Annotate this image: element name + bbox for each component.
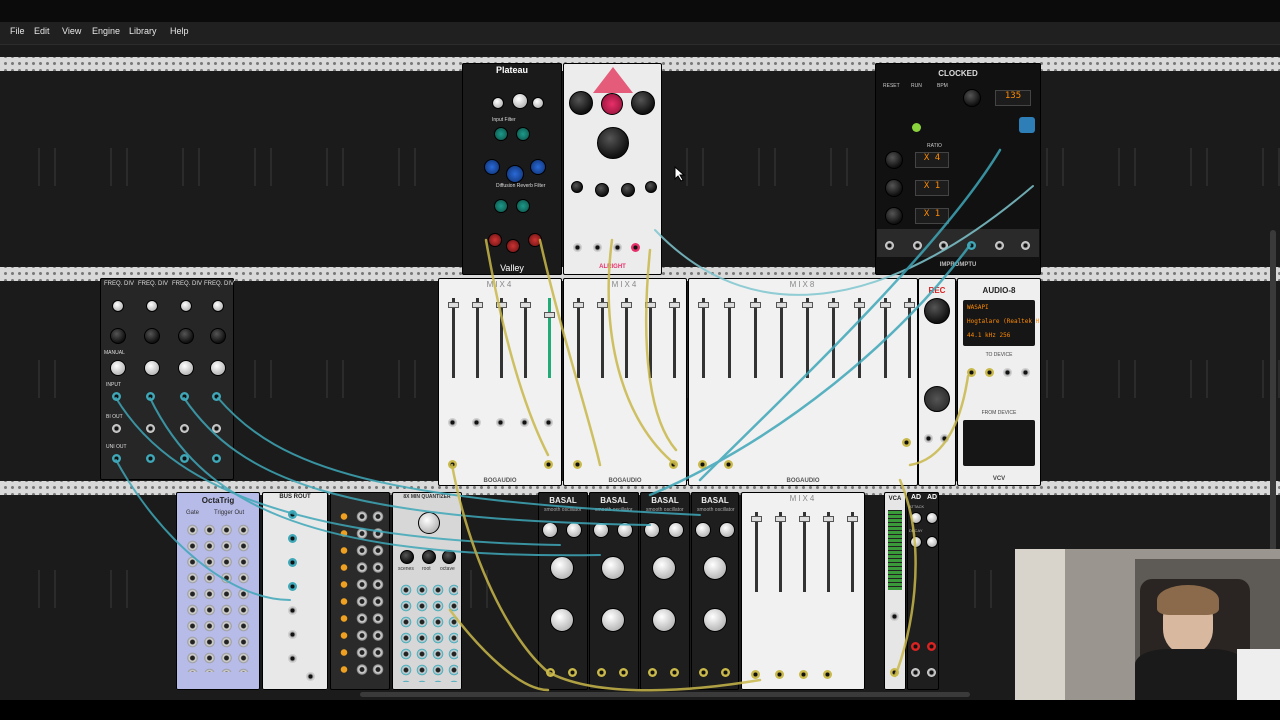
mouse-cursor (674, 166, 686, 182)
person-shirt (1135, 649, 1245, 700)
cable-yellow[interactable] (546, 670, 762, 692)
bottom-bar (0, 700, 1280, 720)
cable-yellow[interactable] (644, 248, 678, 452)
vcv-rack-window: File Edit View Engine Library Help Plate… (0, 0, 1280, 720)
cable-teal[interactable] (115, 459, 291, 601)
window-light (1015, 549, 1065, 700)
bed-sheets (1237, 649, 1280, 700)
cable-teal[interactable] (698, 148, 1002, 482)
horizontal-scrollbar[interactable] (360, 692, 970, 697)
cable-yellow[interactable] (607, 238, 678, 467)
cable-yellow[interactable] (484, 238, 550, 457)
cable-yellow[interactable] (448, 608, 550, 692)
cable-yellow[interactable] (538, 238, 602, 467)
cable-yellow[interactable] (893, 478, 917, 678)
cable-yellow[interactable] (908, 374, 970, 467)
webcam-overlay (1015, 549, 1280, 700)
cable-teal[interactable] (183, 397, 651, 526)
person-hair (1157, 585, 1219, 615)
cable-teal[interactable] (654, 185, 1034, 296)
